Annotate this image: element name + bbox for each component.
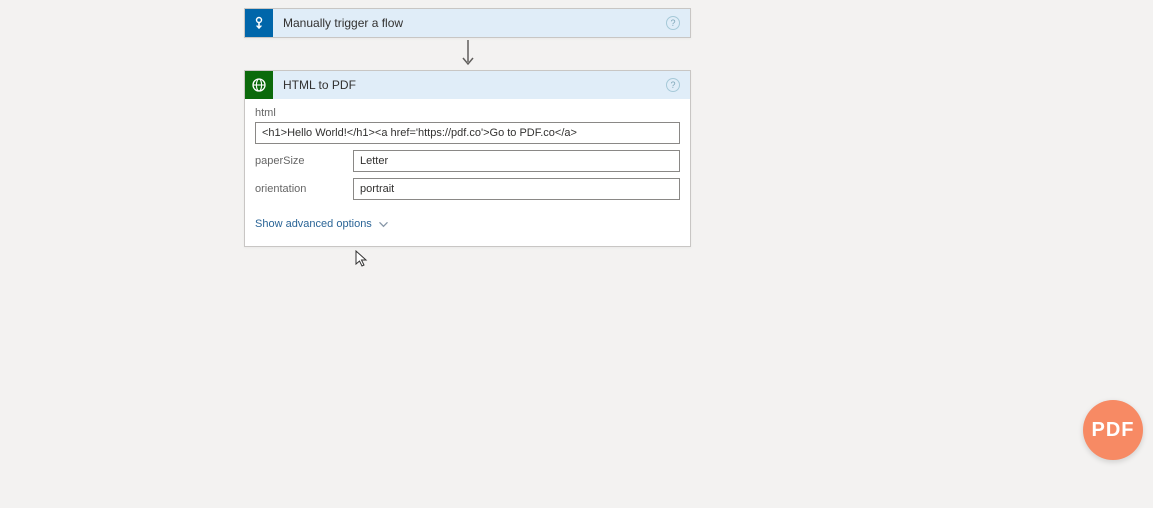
- trigger-header[interactable]: Manually trigger a flow ?: [245, 9, 690, 37]
- chevron-down-icon: [379, 220, 388, 229]
- help-icon[interactable]: ?: [666, 16, 680, 30]
- action-header[interactable]: HTML to PDF ?: [245, 71, 690, 99]
- action-body: html paperSize orientation Show advanced…: [245, 99, 690, 246]
- pdf-badge-text: PDF: [1092, 419, 1135, 442]
- orientation-input[interactable]: [353, 178, 680, 200]
- show-advanced-options-link[interactable]: Show advanced options: [255, 218, 388, 230]
- trigger-card[interactable]: Manually trigger a flow ?: [244, 8, 691, 38]
- trigger-title: Manually trigger a flow: [283, 16, 690, 30]
- action-icon: [245, 71, 273, 99]
- field-orientation: orientation: [255, 178, 680, 200]
- html-label: html: [255, 107, 680, 119]
- help-icon[interactable]: ?: [666, 78, 680, 92]
- action-title: HTML to PDF: [283, 78, 690, 92]
- html-input[interactable]: [255, 122, 680, 144]
- globe-icon: [251, 77, 267, 93]
- advanced-options-label: Show advanced options: [255, 218, 372, 230]
- mouse-cursor-icon: [355, 250, 369, 268]
- action-card[interactable]: HTML to PDF ? html paperSize orientation…: [244, 70, 691, 247]
- orientation-label: orientation: [255, 183, 353, 195]
- flow-connector: [244, 38, 691, 70]
- papersize-label: paperSize: [255, 155, 353, 167]
- papersize-input[interactable]: [353, 150, 680, 172]
- trigger-icon: [245, 9, 273, 37]
- pdf-badge[interactable]: PDF: [1083, 400, 1143, 460]
- field-html: html: [255, 107, 680, 144]
- field-papersize: paperSize: [255, 150, 680, 172]
